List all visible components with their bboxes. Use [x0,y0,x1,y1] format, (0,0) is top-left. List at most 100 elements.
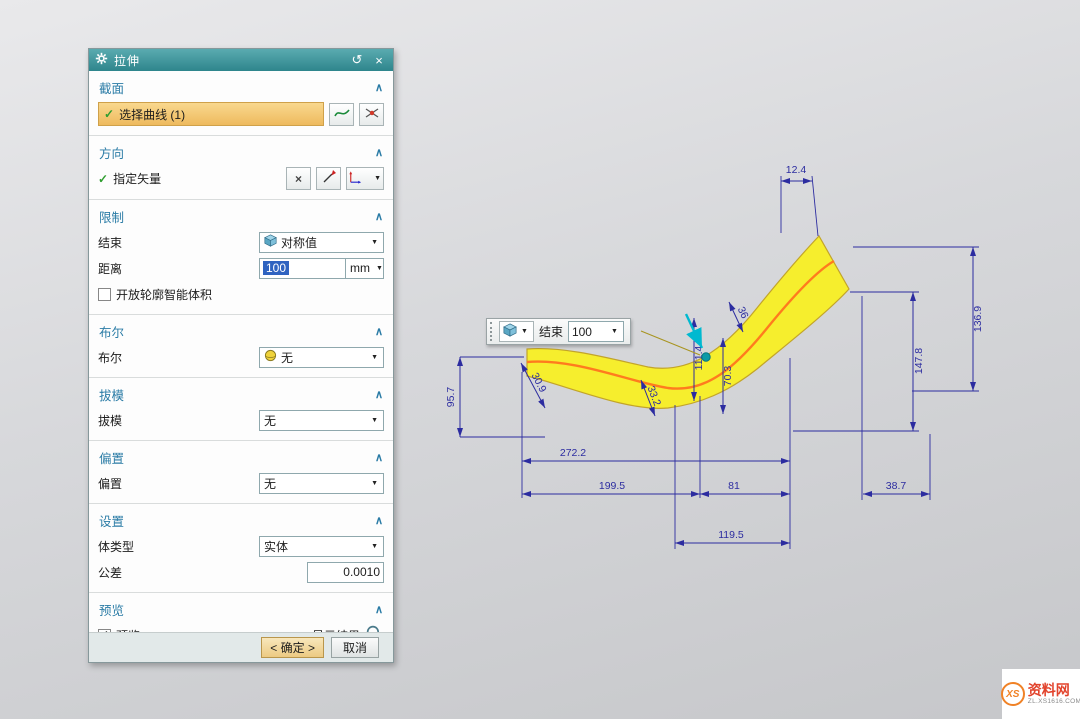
section-header-direction[interactable]: 方向 ∧ [89,139,393,165]
collapse-chevron-icon[interactable]: ∧ [375,81,383,94]
section-group-direction: 方向 ∧ ✓ 指定矢量 × ▼ [89,136,393,200]
section-group-draft: 拔模 ∧ 拔模 无 ▼ [89,378,393,441]
section-group-preview: 预览 ∧ ✓ 预览 显示结果 [89,593,393,632]
stop-at-intersection-button[interactable] [359,103,384,126]
select-curve-label: 选择曲线 (1) [119,106,185,123]
magnifier-icon [365,624,384,632]
chevron-down-icon: ▼ [369,480,380,487]
extrude-dialog: 拉伸 ↺ × 截面 ∧ ✓ 选择曲线 (1) [88,48,394,663]
body-type-dropdown[interactable]: 实体 ▼ [259,536,384,557]
offset-label: 偏置 [98,475,122,492]
end-distance-combobox[interactable]: 100 ▼ [568,321,624,342]
section-group-offset: 偏置 ∧ 偏置 无 ▼ [89,441,393,504]
dialog-button-bar: < 确定 > 取消 [89,632,393,662]
unit-dropdown[interactable]: mm ▼ [346,258,384,279]
dim-label: 119.5 [718,529,744,541]
dim-label: 147.8 [913,348,925,374]
sphere-icon [264,349,277,365]
unit-value: mm [350,261,370,275]
curve-rule-button[interactable] [329,103,354,126]
section-header-section[interactable]: 截面 ∧ [89,74,393,100]
tolerance-input[interactable]: 0.0010 [307,562,384,583]
section-header-offset[interactable]: 偏置 ∧ [89,444,393,470]
boolean-value: 无 [281,349,293,366]
watermark-brand: 资料网 [1028,683,1080,698]
vector-dialog-button[interactable] [316,167,341,190]
cancel-button[interactable]: 取消 [331,637,379,658]
onscreen-input-toolbar[interactable]: ▼ 结束 100 ▼ [486,318,631,345]
section-header-draft[interactable]: 拔模 ∧ [89,381,393,407]
stop-at-intersection-icon [364,105,380,124]
chevron-down-icon: ▼ [369,239,380,246]
draft-dropdown[interactable]: 无 ▼ [259,410,384,431]
dialog-titlebar[interactable]: 拉伸 ↺ × [89,49,393,71]
chevron-down-icon: ▼ [374,265,385,272]
collapse-chevron-icon[interactable]: ∧ [375,514,383,527]
vector-arrow-icon [321,169,337,188]
ok-button[interactable]: < 确定 > [261,637,324,658]
axes-icon [347,170,362,188]
cube-icon [503,323,517,340]
end-limit-label: 结束 [539,323,563,340]
offset-value: 无 [264,475,276,492]
cad-viewport[interactable]: 12.4 136.9 147.8 36 70.3 111.4 33.2 30.9… [0,0,1080,719]
end-label: 结束 [98,234,122,251]
offset-dropdown[interactable]: 无 ▼ [259,473,384,494]
collapse-chevron-icon[interactable]: ∧ [375,603,383,616]
distance-drag-handle[interactable] [702,353,710,361]
section-header-limits[interactable]: 限制 ∧ [89,203,393,229]
chevron-down-icon: ▼ [369,354,380,361]
group-title: 方向 [99,143,124,162]
dim-label: 70.3 [722,366,734,387]
distance-label: 距离 [98,260,122,277]
section-header-preview[interactable]: 预览 ∧ [89,596,393,622]
watermark-site: ZL.XS1616.COM [1028,698,1080,705]
end-distance-value: 100 [572,325,592,339]
dim-label: 199.5 [599,480,625,492]
collapse-chevron-icon[interactable]: ∧ [375,210,383,223]
end-type-dropdown[interactable]: 对称值 ▼ [259,232,384,253]
group-title: 拔模 [99,385,124,404]
x-marker-icon: × [295,172,302,186]
open-profile-checkbox[interactable] [98,288,111,301]
chevron-down-icon: ▼ [372,175,383,182]
distance-input[interactable]: 100 [259,258,346,279]
point-dialog-button[interactable]: × [286,167,311,190]
collapse-chevron-icon[interactable]: ∧ [375,388,383,401]
collapse-chevron-icon[interactable]: ∧ [375,146,383,159]
section-header-boolean[interactable]: 布尔 ∧ [89,318,393,344]
distance-value: 100 [263,261,289,275]
draft-label: 拔模 [98,412,122,429]
body-type-label: 体类型 [98,538,134,555]
chevron-down-icon: ▼ [609,328,620,335]
group-title: 设置 [99,511,124,530]
boolean-dropdown[interactable]: 无 ▼ [259,347,384,368]
dim-label: 81 [728,480,740,492]
limit-type-dropdown[interactable]: ▼ [499,321,534,342]
chevron-down-icon: ▼ [369,417,380,424]
curve-icon [334,105,350,124]
collapse-chevron-icon[interactable]: ∧ [375,451,383,464]
toolbar-grip-handle[interactable] [490,322,494,341]
vector-type-dropdown[interactable]: ▼ [346,167,384,190]
dim-label: 12.4 [786,164,807,176]
group-title: 预览 [99,600,124,619]
group-title: 偏置 [99,448,124,467]
chevron-down-icon: ▼ [519,328,530,335]
section-group-limits: 限制 ∧ 结束 对称值 ▼ 距离 100 [89,200,393,315]
watermark-logo: XS [1001,682,1025,706]
reset-icon[interactable]: ↺ [349,52,365,68]
collapse-chevron-icon[interactable]: ∧ [375,325,383,338]
section-group-boolean: 布尔 ∧ 布尔 无 ▼ [89,315,393,378]
tolerance-value: 0.0010 [343,565,380,579]
close-icon[interactable]: × [371,53,387,68]
section-group-settings: 设置 ∧ 体类型 实体 ▼ 公差 0.0010 [89,504,393,593]
watermark: XS 资料网 ZL.XS1616.COM [1002,669,1080,719]
gear-icon [95,52,108,68]
dim-label: 136.9 [972,306,984,332]
section-header-settings[interactable]: 设置 ∧ [89,507,393,533]
show-result-button[interactable] [365,624,384,632]
check-icon: ✓ [98,172,108,186]
specify-vector-label: 指定矢量 [113,170,161,187]
select-curve-field[interactable]: ✓ 选择曲线 (1) [98,102,324,126]
